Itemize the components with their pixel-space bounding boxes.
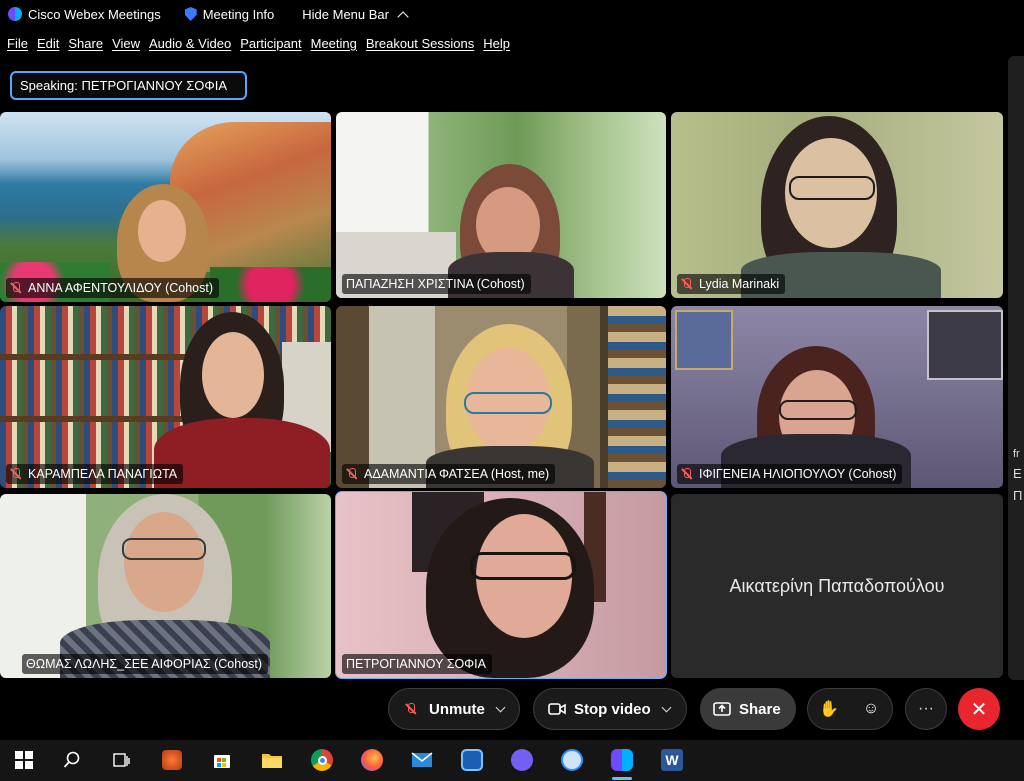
webex-meetings-launcher-icon[interactable]: [458, 746, 486, 774]
menu-file[interactable]: File: [7, 36, 28, 51]
mic-muted-icon: [10, 468, 22, 480]
more-options-button[interactable]: ···: [905, 688, 947, 730]
video-tile[interactable]: ΘΩΜΑΣ ΛΩΛΗΣ_ΣΕΕ ΑΙΦΟΡΙΑΣ (Cohost): [0, 494, 331, 678]
participant-nametag: ΑΝΝΑ ΑΦΕΝΤΟΥΛΙΔΟΥ (Cohost): [6, 278, 220, 298]
chevron-down-icon[interactable]: [495, 702, 506, 712]
chrome-icon[interactable]: [308, 746, 336, 774]
close-icon: ✕: [970, 698, 988, 721]
video-tile[interactable]: ΠΑΠΑΖΗΣΗ ΧΡΙΣΤΙΝΑ (Cohost): [336, 112, 666, 298]
participant-name: ΙΦΙΓΕΝΕΙΑ ΗΛΙΟΠΟΥΛΟΥ (Cohost): [699, 467, 897, 481]
unmute-button[interactable]: Unmute: [388, 688, 520, 730]
side-panel-text: fr: [1013, 448, 1020, 460]
participant-name: Lydia Marinaki: [699, 277, 780, 291]
participant-name: ΠΑΠΑΖΗΣΗ ΧΡΙΣΤΙΝΑ (Cohost): [346, 277, 525, 291]
menu-help[interactable]: Help: [483, 36, 510, 51]
webex-logo-icon: [8, 7, 22, 21]
video-tile[interactable]: ΑΔΑΜΑΝΤΙΑ ΦΑΤΣΕΑ (Host, me): [336, 306, 666, 488]
side-panel-text: E: [1013, 466, 1022, 481]
menu-audio-video[interactable]: Audio & Video: [149, 36, 231, 51]
menu-share[interactable]: Share: [68, 36, 103, 51]
participant-name: ΑΝΝΑ ΑΦΕΝΤΟΥΛΙΔΟΥ (Cohost): [28, 281, 214, 295]
more-options-icon: ···: [918, 700, 934, 717]
meeting-controls: Unmute Stop video Share ✋ ☺ ··· ✕: [0, 680, 1024, 740]
chevron-down-icon[interactable]: [661, 702, 672, 712]
menu-view[interactable]: View: [112, 36, 140, 51]
search-icon[interactable]: [58, 746, 86, 774]
menu-edit[interactable]: Edit: [37, 36, 59, 51]
share-screen-icon: [713, 702, 731, 716]
speaking-indicator: Speaking: ΠΕΤΡΟΓΙΑΝΝΟΥ ΣΟΦΙΑ: [10, 71, 247, 100]
microsoft-store-icon[interactable]: [208, 746, 236, 774]
speaking-label: Speaking:: [20, 78, 78, 93]
side-panel[interactable]: fr E Π: [1008, 56, 1024, 680]
viber-icon[interactable]: [508, 746, 536, 774]
stop-video-label: Stop video: [574, 700, 651, 718]
mic-muted-icon: [405, 703, 417, 715]
windows-start-icon[interactable]: [10, 746, 38, 774]
windows-taskbar: W: [0, 740, 1024, 781]
video-camera-icon: [548, 703, 566, 715]
shield-icon: [184, 7, 197, 21]
meeting-info-button[interactable]: Meeting Info: [184, 6, 275, 22]
share-button[interactable]: Share: [700, 688, 796, 730]
participant-nametag: Lydia Marinaki: [677, 274, 786, 294]
participant-name: ΑΔΑΜΑΝΤΙΑ ΦΑΤΣΕΑ (Host, me): [364, 467, 550, 481]
side-panel-text: Π: [1013, 488, 1023, 503]
video-tile[interactable]: ΑΝΝΑ ΑΦΕΝΤΟΥΛΙΔΟΥ (Cohost): [0, 112, 331, 302]
raise-hand-icon[interactable]: ✋: [808, 699, 850, 719]
mic-muted-icon: [681, 278, 693, 290]
participant-nametag: ΠΑΠΑΖΗΣΗ ΧΡΙΣΤΙΝΑ (Cohost): [342, 274, 531, 294]
menu-meeting[interactable]: Meeting: [311, 36, 357, 51]
hide-menu-bar-label: Hide Menu Bar: [302, 6, 389, 22]
app-name: Cisco Webex Meetings: [28, 6, 161, 22]
word-icon[interactable]: W: [658, 746, 686, 774]
speaking-name: ΠΕΤΡΟΓΙΑΝΝΟΥ ΣΟΦΙΑ: [81, 78, 227, 93]
hide-menu-bar-button[interactable]: Hide Menu Bar: [302, 6, 409, 23]
participant-name: ΘΩΜΑΣ ΛΩΛΗΣ_ΣΕΕ ΑΙΦΟΡΙΑΣ (Cohost): [26, 657, 263, 671]
meeting-info-label: Meeting Info: [202, 6, 275, 22]
participant-name-placeholder: Αικατερίνη Παπαδοπούλου: [671, 494, 1003, 678]
video-tile[interactable]: ΙΦΙΓΕΝΕΙΑ ΗΛΙΟΠΟΥΛΟΥ (Cohost): [671, 306, 1003, 488]
menu-breakout-sessions[interactable]: Breakout Sessions: [366, 36, 474, 51]
video-tile[interactable]: ΚΑΡΑΜΠΕΛΑ ΠΑΝΑΓΙΩΤΑ: [0, 306, 331, 488]
firefox-icon[interactable]: [358, 746, 386, 774]
mic-muted-icon: [681, 468, 693, 480]
video-tile[interactable]: Lydia Marinaki: [671, 112, 1003, 298]
chevron-up-icon: [397, 10, 409, 23]
menu-bar: File Edit Share View Audio & Video Parti…: [0, 32, 512, 54]
reactions-group: ✋ ☺: [807, 688, 893, 730]
stop-video-button[interactable]: Stop video: [533, 688, 687, 730]
zoom-icon[interactable]: [558, 746, 586, 774]
participant-name: ΚΑΡΑΜΠΕΛΑ ΠΑΝΑΓΙΩΤΑ: [28, 467, 178, 481]
video-tile-no-video[interactable]: Αικατερίνη Παπαδοπούλου: [671, 494, 1003, 678]
end-meeting-button[interactable]: ✕: [958, 688, 1000, 730]
task-view-icon[interactable]: [107, 746, 135, 774]
game-app-icon[interactable]: [158, 746, 186, 774]
participant-nametag: ΘΩΜΑΣ ΛΩΛΗΣ_ΣΕΕ ΑΙΦΟΡΙΑΣ (Cohost): [22, 654, 269, 674]
unmute-label: Unmute: [429, 700, 485, 718]
file-explorer-icon[interactable]: [258, 746, 286, 774]
participant-name: ΠΕΤΡΟΓΙΑΝΝΟΥ ΣΟΦΙΑ: [346, 657, 486, 671]
menu-participant[interactable]: Participant: [240, 36, 301, 51]
mail-icon[interactable]: [408, 746, 436, 774]
share-label: Share: [739, 700, 781, 718]
title-bar: Cisco Webex Meetings Meeting Info Hide M…: [0, 0, 1024, 28]
participant-nametag: ΙΦΙΓΕΝΕΙΑ ΗΛΙΟΠΟΥΛΟΥ (Cohost): [677, 464, 903, 484]
webex-icon[interactable]: [608, 746, 636, 780]
mic-muted-icon: [10, 282, 22, 294]
participant-nametag: ΠΕΤΡΟΓΙΑΝΝΟΥ ΣΟΦΙΑ: [342, 654, 492, 674]
participant-nametag: ΑΔΑΜΑΝΤΙΑ ΦΑΤΣΕΑ (Host, me): [342, 464, 556, 484]
mic-muted-icon: [346, 468, 358, 480]
video-tile-active-speaker[interactable]: ΠΕΤΡΟΓΙΑΝΝΟΥ ΣΟΦΙΑ: [335, 491, 667, 679]
app-title[interactable]: Cisco Webex Meetings: [8, 7, 161, 22]
participant-nametag: ΚΑΡΑΜΠΕΛΑ ΠΑΝΑΓΙΩΤΑ: [6, 464, 184, 484]
reactions-icon[interactable]: ☺: [850, 700, 892, 718]
